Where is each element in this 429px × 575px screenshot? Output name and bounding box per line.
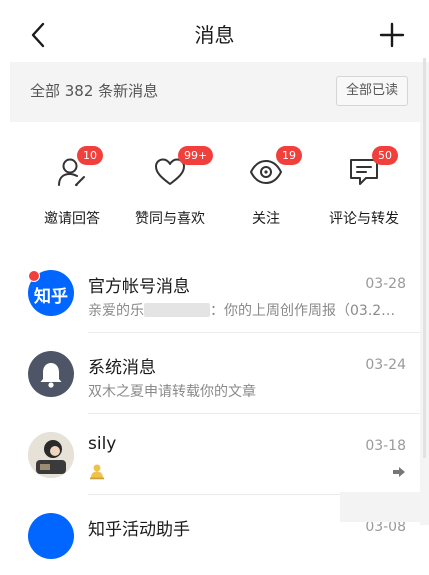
top-navbar: 消息 <box>0 0 429 62</box>
overlay-block <box>340 492 420 522</box>
message-name: 官方帐号消息 <box>88 277 190 297</box>
summary-bar: 全部 382 条新消息 全部已读 <box>10 62 420 122</box>
bell-icon <box>40 363 62 388</box>
category-label: 关注 <box>252 211 280 227</box>
category-likes[interactable]: 99+ 赞同与喜欢 <box>120 122 220 244</box>
follow-badge: 19 <box>276 146 302 165</box>
category-follow[interactable]: 19 关注 <box>216 122 316 244</box>
category-label: 评论与转发 <box>329 211 399 227</box>
list-item-system[interactable]: 系统消息 03-24 双木之夏申请转载你的文章 <box>10 333 420 413</box>
back-button[interactable] <box>26 20 52 50</box>
list-item-official[interactable]: 知乎 官方帐号消息 03-28 亲爱的乐 ：你的上周创作周报（03.2… <box>10 252 420 332</box>
redacted-block <box>144 303 210 317</box>
avatar <box>28 513 74 559</box>
message-preview: 双木之夏申请转载你的文章 <box>88 384 256 400</box>
mark-all-read-button[interactable]: 全部已读 <box>335 76 408 106</box>
avatar <box>28 351 74 397</box>
invite-answer-badge: 10 <box>77 146 103 165</box>
add-button[interactable] <box>377 20 407 50</box>
category-invite-answer[interactable]: 10 邀请回答 <box>22 122 122 244</box>
avatar <box>28 432 74 478</box>
new-message-count: 全部 382 条新消息 <box>30 82 159 100</box>
comments-badge: 50 <box>372 146 398 165</box>
message-name: 知乎活动助手 <box>88 520 190 540</box>
forward-arrow-icon[interactable] <box>392 466 406 478</box>
category-label: 邀请回答 <box>44 211 100 227</box>
chevron-left-icon <box>31 22 45 48</box>
page-title: 消息 <box>194 23 235 47</box>
plus-icon <box>379 22 405 48</box>
avatar-text: 知乎 <box>34 287 68 307</box>
message-time: 03-28 <box>365 276 406 292</box>
list-item-sily[interactable]: sily 03-18 <box>10 414 420 494</box>
message-time: 03-18 <box>365 438 406 454</box>
message-time: 03-24 <box>365 357 406 373</box>
likes-badge: 99+ <box>178 146 214 165</box>
preview-end: ：你的上周创作周报（03.2… <box>210 303 396 319</box>
emoji-icon <box>90 464 104 480</box>
unread-dot <box>28 270 40 282</box>
category-comments[interactable]: 50 评论与转发 <box>314 122 414 244</box>
category-label: 赞同与喜欢 <box>135 211 205 227</box>
message-name: 系统消息 <box>88 358 156 378</box>
message-name: sily <box>88 434 117 454</box>
category-row: 10 邀请回答 99+ 赞同与喜欢 19 关注 50 评论与转发 <box>10 122 420 244</box>
preview-start: 亲爱的乐 <box>88 303 144 319</box>
user-photo <box>28 432 74 478</box>
scrollbar[interactable] <box>423 58 426 458</box>
message-preview: 亲爱的乐 ：你的上周创作周报（03.2… <box>88 300 413 320</box>
